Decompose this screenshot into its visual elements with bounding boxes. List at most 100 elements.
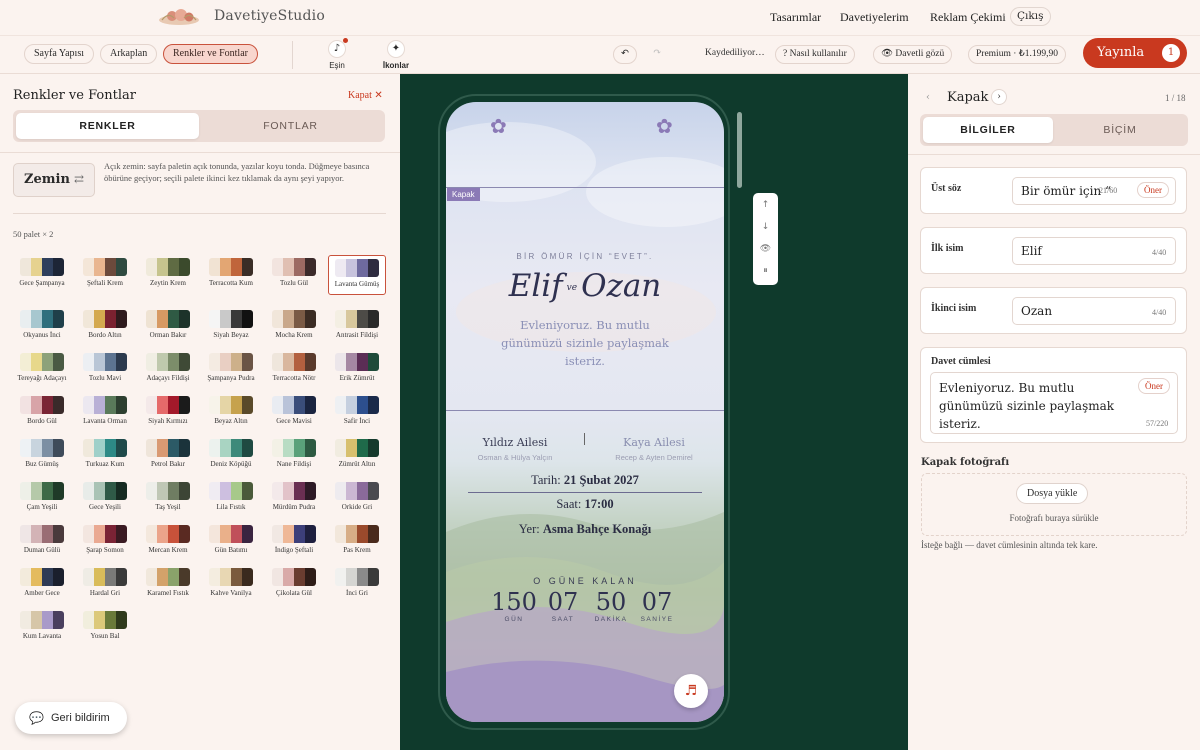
guest-view-button[interactable]: 👁 Davetli gözü: [873, 45, 953, 64]
music-icon[interactable]: ♬: [674, 674, 708, 708]
palette-swatch[interactable]: Taş Yeşil: [139, 479, 197, 519]
palette-swatch[interactable]: Lavanta Orman: [76, 393, 134, 433]
palette-swatch[interactable]: Tozlu Gül: [265, 255, 323, 295]
palette-swatch[interactable]: Mocha Krem: [265, 307, 323, 347]
palette-swatch[interactable]: Antrasit Fildişi: [328, 307, 386, 347]
palette-swatch[interactable]: Bordo Altın: [76, 307, 134, 347]
palette-swatch[interactable]: Amber Gece: [13, 565, 71, 605]
visibility-icon[interactable]: 👁: [753, 239, 778, 259]
palette-swatch[interactable]: Bordo Gül: [13, 393, 71, 433]
nav-reklam-cekimi[interactable]: Reklam Çekimi: [930, 10, 1006, 25]
preview-scrollbar[interactable]: [737, 112, 742, 188]
palette-swatch[interactable]: Şarap Somon: [76, 522, 134, 562]
palette-swatch[interactable]: Beyaz Altın: [202, 393, 260, 433]
color-chip: [168, 439, 179, 457]
brand-name[interactable]: DavetiyeStudio: [214, 8, 325, 24]
suggest-button[interactable]: Öner: [1138, 378, 1170, 394]
invitation-preview[interactable]: ✿ ✿: [446, 102, 724, 722]
feedback-button[interactable]: 💬 Geri bildirim: [15, 702, 127, 734]
nav-davetiyelerim[interactable]: Davetiyelerim: [840, 10, 909, 25]
pill-arkaplan[interactable]: Arkaplan: [100, 44, 158, 64]
floral-logo-icon[interactable]: [156, 6, 202, 28]
pause-icon[interactable]: ⏸: [753, 261, 778, 281]
palette-swatch[interactable]: Gece Yeşili: [76, 479, 134, 519]
palette-colors: [146, 439, 190, 457]
pill-renkler-fontlar[interactable]: Renkler ve Fontlar: [163, 44, 258, 64]
cover-bottom-border: [446, 410, 724, 411]
zemin-toggle-button[interactable]: Zemin ⇄: [13, 163, 95, 197]
premium-button[interactable]: Premium · ₺1.199,90: [968, 45, 1067, 64]
tab-renkler[interactable]: RENKLER: [16, 113, 199, 139]
palette-name: Karamel Fıstık: [147, 589, 189, 597]
tab-fontlar[interactable]: FONTLAR: [199, 113, 382, 139]
tool-ikonlar[interactable]: ✦ İkonlar: [378, 40, 414, 70]
chevron-left-icon[interactable]: ‹: [926, 92, 930, 103]
palette-swatch[interactable]: Kum Lavanta: [13, 608, 71, 648]
palette-name: Deniz Köpüğü: [210, 460, 252, 468]
palette-swatch[interactable]: Terracotta Kum: [202, 255, 260, 295]
help-button[interactable]: ? Nasıl kullanılır: [775, 45, 855, 64]
palette-swatch[interactable]: Adaçayı Fildişi: [139, 350, 197, 390]
palette-swatch[interactable]: Şeftali Krem: [76, 255, 134, 295]
palette-swatch[interactable]: Nane Fildişi: [265, 436, 323, 476]
palette-swatch[interactable]: Gece Şampanya: [13, 255, 71, 295]
palette-swatch[interactable]: Lila Fıstık: [202, 479, 260, 519]
palette-swatch[interactable]: Zümrüt Altın: [328, 436, 386, 476]
color-chip: [83, 525, 94, 543]
move-up-icon[interactable]: ↑: [753, 195, 778, 215]
palette-swatch[interactable]: Yosun Bal: [76, 608, 134, 648]
palette-swatch[interactable]: Deniz Köpüğü: [202, 436, 260, 476]
palette-swatch[interactable]: Duman Gülü: [13, 522, 71, 562]
palette-swatch[interactable]: Lavanta Gümüş: [328, 255, 386, 295]
palette-swatch[interactable]: Hardal Gri: [76, 565, 134, 605]
palette-swatch[interactable]: Buz Gümüş: [13, 436, 71, 476]
palette-swatch[interactable]: Turkuaz Kum: [76, 436, 134, 476]
palette-swatch[interactable]: İnci Gri: [328, 565, 386, 605]
palette-swatch[interactable]: Tereyağı Adaçayı: [13, 350, 71, 390]
tab-bilgiler[interactable]: BİLGİLER: [923, 117, 1053, 143]
palette-swatch[interactable]: Gece Mavisi: [265, 393, 323, 433]
palette-swatch[interactable]: Terracotta Nötr: [265, 350, 323, 390]
palette-swatch[interactable]: Tozlu Mavi: [76, 350, 134, 390]
palette-swatch[interactable]: Çikolata Gül: [265, 565, 323, 605]
countdown-number: 07: [547, 588, 579, 616]
palette-swatch[interactable]: Siyah Kırmızı: [139, 393, 197, 433]
palette-swatch[interactable]: Siyah Beyaz: [202, 307, 260, 347]
upload-button[interactable]: Dosya yükle: [1016, 483, 1089, 504]
palette-colors: [20, 611, 64, 629]
logout-button[interactable]: Çıkış: [1010, 7, 1051, 26]
palette-name: İnci Gri: [346, 589, 368, 597]
publish-button[interactable]: Yayınla 1: [1083, 38, 1187, 68]
palette-swatch[interactable]: Petrol Bakır: [139, 436, 197, 476]
tool-esin[interactable]: ♪ Eşin: [319, 40, 355, 70]
redo-icon[interactable]: ↷: [653, 47, 661, 58]
palette-swatch[interactable]: Mercan Krem: [139, 522, 197, 562]
chevron-right-icon[interactable]: ›: [991, 89, 1007, 105]
palette-colors: [20, 482, 64, 500]
palette-swatch[interactable]: Okyanus İnci: [13, 307, 71, 347]
palette-swatch[interactable]: Orkide Gri: [328, 479, 386, 519]
palette-swatch[interactable]: Mürdüm Pudra: [265, 479, 323, 519]
palette-swatch[interactable]: Karamel Fıstık: [139, 565, 197, 605]
palette-swatch[interactable]: Orman Bakır: [139, 307, 197, 347]
palette-swatch[interactable]: Erik Zümrüt: [328, 350, 386, 390]
pill-sayfa-yapisi[interactable]: Sayfa Yapısı: [24, 44, 95, 64]
tab-bicim[interactable]: BİÇİM: [1055, 117, 1185, 143]
close-panel-button[interactable]: Kapat ✕: [348, 90, 383, 101]
move-down-icon[interactable]: ↓: [753, 217, 778, 237]
palette-swatch[interactable]: Şampanya Pudra: [202, 350, 260, 390]
palette-swatch[interactable]: Kahve Vanilya: [202, 565, 260, 605]
color-chip: [209, 439, 220, 457]
palette-swatch[interactable]: Gün Batımı: [202, 522, 260, 562]
palette-swatch[interactable]: Zeytin Krem: [139, 255, 197, 295]
palette-name: Lavanta Gümüş: [334, 280, 380, 288]
color-chip: [283, 353, 294, 371]
undo-icon[interactable]: ↶: [613, 45, 637, 64]
suggest-button[interactable]: Öner: [1137, 182, 1169, 198]
palette-swatch[interactable]: Pas Krem: [328, 522, 386, 562]
palette-swatch[interactable]: Safir İnci: [328, 393, 386, 433]
color-chip: [294, 568, 305, 586]
palette-swatch[interactable]: Çam Yeşili: [13, 479, 71, 519]
nav-tasarimlar[interactable]: Tasarımlar: [770, 10, 821, 25]
palette-swatch[interactable]: İndigo Şeftali: [265, 522, 323, 562]
